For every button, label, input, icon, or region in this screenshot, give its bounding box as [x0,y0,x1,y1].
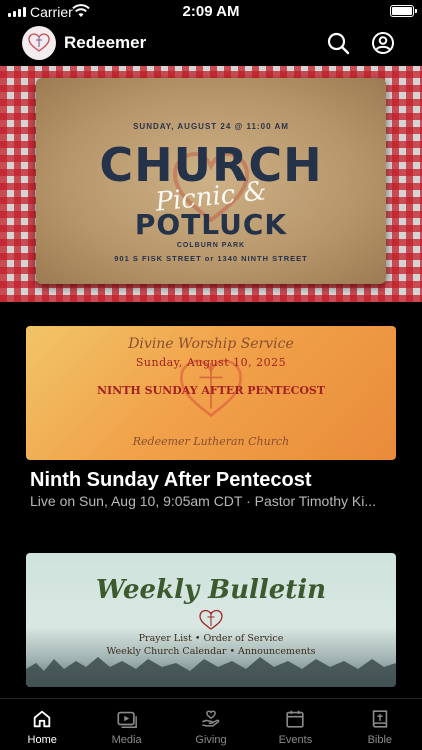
status-bar: Carrier 2:09 AM [0,0,422,24]
worship-image-church: Redeemer Lutheran Church [132,435,290,448]
worship-image-title: Divine Worship Service [128,336,294,352]
tab-bar: Home Media Giving Events Bible [0,698,422,750]
worship-image-subtitle: NINTH SUNDAY AFTER PENTECOST [96,384,326,397]
worship-card-subtitle: Live on Sun, Aug 10, 9:05am CDT · Pastor… [30,493,377,509]
hero-address: 901 S FISK STREET or 1340 NINTH STREET [114,254,308,263]
tab-events-label: Events [278,734,313,746]
hero-carousel[interactable]: SUNDAY, AUGUST 24 @ 11:00 AM CHURCH Picn… [0,66,422,302]
bible-icon [372,710,388,728]
home-icon [33,710,51,728]
tab-media[interactable]: Media [84,699,168,750]
weekly-bulletin-card-image[interactable]: Weekly Bulletin Prayer List • Order of S… [26,553,396,687]
hero-date: SUNDAY, AUGUST 24 @ 11:00 AM [133,122,289,131]
tab-home[interactable]: Home [0,699,84,750]
giving-icon [202,710,220,727]
tab-events[interactable]: Events [253,699,337,750]
hero-line-potluck: POTLUCK [134,208,288,241]
bulletin-image-title: Weekly Bulletin [95,575,327,605]
hero-banner: SUNDAY, AUGUST 24 @ 11:00 AM CHURCH Picn… [36,78,386,284]
church-logo[interactable] [22,26,56,60]
worship-card-title[interactable]: Ninth Sunday After Pentecost [30,469,312,492]
media-icon [117,711,137,728]
tree-silhouette [26,657,396,687]
search-icon[interactable] [326,31,350,55]
app-title: Redeemer [64,33,147,52]
worship-image-date: Sunday, August 10, 2025 [135,356,287,369]
calendar-icon [286,710,305,728]
heart-cross-logo-icon [28,33,50,52]
status-time: 2:09 AM [182,3,240,20]
tab-home-label: Home [27,734,57,746]
battery-icon [390,5,417,17]
worship-service-card-image[interactable]: Divine Worship Service Sunday, August 10… [26,326,396,460]
tab-bible[interactable]: Bible [338,699,422,750]
hero-park: COLBURN PARK [176,242,246,249]
heart-icon [199,609,223,630]
tab-bible-label: Bible [367,734,393,746]
tab-giving-label: Giving [195,734,227,746]
tab-media-label: Media [111,734,142,746]
profile-icon[interactable] [371,31,395,55]
app-header: Redeemer [0,26,422,62]
bulletin-image-line1: Prayer List • Order of Service [138,633,284,644]
tab-giving[interactable]: Giving [169,699,253,750]
